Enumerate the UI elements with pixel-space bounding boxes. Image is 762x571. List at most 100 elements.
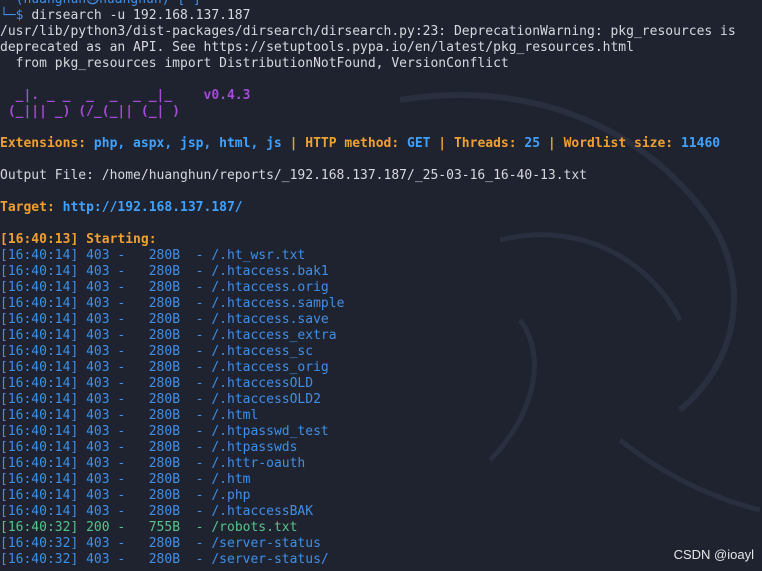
csdn-watermark: CSDN @ioayl [673, 547, 754, 562]
result-path: /server-status/ [211, 552, 329, 567]
separator: | [281, 136, 306, 151]
extensions-value: php, aspx, jsp, html, js [93, 136, 282, 151]
result-size: 280B - [140, 296, 212, 311]
result-time: [16:40:14] [0, 360, 87, 375]
wordlist-value: 11460 [680, 136, 721, 151]
method-value: GET [407, 136, 431, 151]
result-path: /robots.txt [211, 520, 298, 535]
result-row: [16:40:14] 403 - 280B - /.htaccess.save [0, 312, 762, 328]
result-row: [16:40:14] 403 - 280B - /.htaccessOLD [0, 376, 762, 392]
result-time: [16:40:14] [0, 312, 87, 327]
result-size: 280B - [140, 360, 212, 375]
result-row: [16:40:32] 403 - 280B - /server-status/ [0, 552, 762, 568]
result-row: [16:40:14] 403 - 280B - /.ht_wsr.txt [0, 248, 762, 264]
result-size: 280B - [140, 312, 212, 327]
result-time: [16:40:14] [0, 504, 87, 519]
threads-label: Threads: [453, 136, 525, 151]
result-path: /.htaccessBAK [211, 504, 314, 519]
result-path: /.htm [211, 472, 251, 487]
target-url: http://192.168.137.187/ [62, 200, 243, 215]
result-status: 403 - [86, 440, 141, 455]
result-size: 280B - [140, 504, 212, 519]
target-line: Target: http://192.168.137.187/ [0, 200, 762, 216]
warning-line: deprecated as an API. See https://setupt… [0, 40, 634, 55]
extensions-label: Extensions: [0, 136, 94, 151]
method-label: HTTP method: [305, 136, 407, 151]
output-file-line: Output File: /home/huanghun/reports/_192… [0, 168, 587, 183]
result-row: [16:40:14] 403 - 280B - /.htm [0, 472, 762, 488]
wordlist-label: Wordlist size: [563, 136, 681, 151]
result-time: [16:40:14] [0, 472, 87, 487]
result-status: 403 - [86, 312, 141, 327]
result-size: 280B - [140, 472, 212, 487]
result-path: /.htaccess.bak1 [211, 264, 329, 279]
result-time: [16:40:14] [0, 280, 87, 295]
result-size: 280B - [140, 376, 212, 391]
result-time: [16:40:14] [0, 264, 87, 279]
result-time: [16:40:32] [0, 520, 87, 535]
result-size: 280B - [140, 536, 212, 551]
result-time: [16:40:14] [0, 376, 87, 391]
result-status: 403 - [86, 248, 141, 263]
threads-value: 25 [524, 136, 541, 151]
result-time: [16:40:14] [0, 328, 87, 343]
result-status: 200 - [86, 520, 141, 535]
result-row: [16:40:32] 200 - 755B - /robots.txt [0, 520, 762, 536]
result-status: 403 - [86, 344, 141, 359]
result-path: /.htaccess.sample [211, 296, 345, 311]
result-time: [16:40:14] [0, 344, 87, 359]
result-row: [16:40:14] 403 - 280B - /.htpasswd_test [0, 424, 762, 440]
result-status: 403 - [86, 408, 141, 423]
result-status: 403 - [86, 552, 141, 567]
result-status: 403 - [86, 488, 141, 503]
result-path: /.htpasswd_test [211, 424, 329, 439]
dirsearch-banner-line: (_||| _) (/_(_|| (_| ) [0, 104, 181, 119]
result-time: [16:40:32] [0, 536, 87, 551]
result-time: [16:40:14] [0, 296, 87, 311]
result-path: /.htaccess.save [211, 312, 329, 327]
result-status: 403 - [86, 392, 141, 407]
result-status: 403 - [86, 328, 141, 343]
command-line: └─$ dirsearch -u 192.168.137.187 [0, 8, 762, 24]
result-size: 280B - [140, 408, 212, 423]
result-status: 403 - [86, 296, 141, 311]
result-size: 280B - [140, 344, 212, 359]
result-path: /.htaccess.orig [211, 280, 329, 295]
result-path: /.ht_wsr.txt [211, 248, 306, 263]
terminal-output: (huanghun㉿huanghun)-[~] └─$ dirsearch -u… [0, 0, 762, 568]
result-row: [16:40:14] 403 - 280B - /.htaccess.orig [0, 280, 762, 296]
result-path: /.htaccess_sc [211, 344, 314, 359]
result-status: 403 - [86, 504, 141, 519]
result-path: /.htaccess_orig [211, 360, 329, 375]
result-row: [16:40:14] 403 - 280B - /.htaccess_sc [0, 344, 762, 360]
result-path: /.htaccess_extra [211, 328, 337, 343]
result-size: 280B - [140, 280, 212, 295]
result-path: /.htaccessOLD [211, 376, 314, 391]
result-size: 280B - [140, 552, 212, 567]
result-status: 403 - [86, 360, 141, 375]
result-status: 403 - [86, 264, 141, 279]
command-text: dirsearch -u 192.168.137.187 [31, 8, 251, 23]
result-time: [16:40:14] [0, 488, 87, 503]
result-status: 403 - [86, 456, 141, 471]
result-status: 403 - [86, 472, 141, 487]
result-row: [16:40:14] 403 - 280B - /.php [0, 488, 762, 504]
result-path: /.htpasswds [211, 440, 298, 455]
starting-line: [16:40:13] Starting: [0, 232, 157, 247]
warning-line: from pkg_resources import DistributionNo… [0, 56, 509, 71]
target-label: Target: [0, 200, 63, 215]
result-path: /server-status [211, 536, 321, 551]
result-status: 403 - [86, 536, 141, 551]
result-size: 280B - [140, 392, 212, 407]
result-status: 403 - [86, 280, 141, 295]
result-size: 280B - [140, 456, 212, 471]
result-size: 280B - [140, 488, 212, 503]
result-path: /.html [211, 408, 259, 423]
result-time: [16:40:14] [0, 408, 87, 423]
results-list: [16:40:14] 403 - 280B - /.ht_wsr.txt [16:… [0, 248, 762, 568]
result-time: [16:40:14] [0, 248, 87, 263]
result-size: 280B - [140, 248, 212, 263]
result-row: [16:40:14] 403 - 280B - /.httr-oauth [0, 456, 762, 472]
warning-line: /usr/lib/python3/dist-packages/dirsearch… [0, 24, 736, 39]
result-time: [16:40:14] [0, 424, 87, 439]
